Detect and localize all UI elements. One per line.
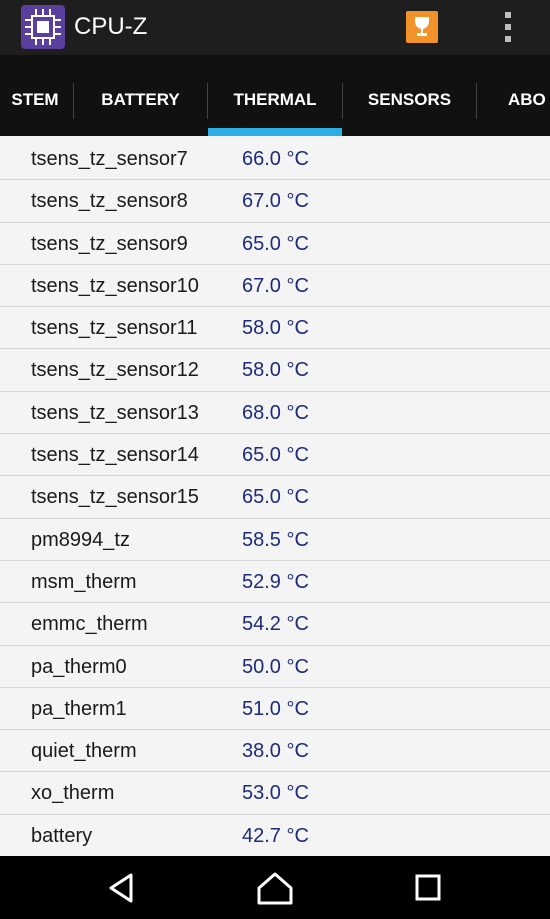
tab-battery[interactable]: BATTERY <box>74 55 207 136</box>
list-item: tsens_tz_sensor11 58.0 °C <box>0 307 550 350</box>
sensor-name: xo_therm <box>31 782 115 805</box>
list-item: emmc_therm 54.2 °C <box>0 603 550 646</box>
list-item: tsens_tz_sensor13 68.0 °C <box>0 391 550 435</box>
sensor-value: 67.0 °C <box>242 274 309 297</box>
sensor-name: pa_therm1 <box>31 697 127 720</box>
tab-divider <box>476 83 477 119</box>
sensor-value: 58.5 °C <box>242 528 309 551</box>
list-item: pm8994_tz 58.5 °C <box>0 518 550 561</box>
sensor-name: tsens_tz_sensor12 <box>31 359 199 382</box>
sensor-value: 58.0 °C <box>242 359 309 382</box>
sensor-name: battery <box>31 824 93 847</box>
list-item: tsens_tz_sensor9 65.0 °C <box>0 222 550 265</box>
tab-about[interactable]: ABO <box>508 55 546 136</box>
sensor-name: msm_therm <box>31 570 137 593</box>
back-icon[interactable] <box>100 866 144 910</box>
list-item: pa_therm0 50.0 °C <box>0 645 550 688</box>
tab-bar: STEM BATTERY THERMAL SENSORS ABO <box>0 55 550 136</box>
list-item: tsens_tz_sensor7 66.0 °C <box>0 138 550 181</box>
sensor-value: 67.0 °C <box>242 190 309 213</box>
sensor-value: 52.9 °C <box>242 570 309 593</box>
app-title: CPU-Z <box>74 13 148 40</box>
system-nav-bar <box>0 856 550 919</box>
list-item: tsens_tz_sensor8 67.0 °C <box>0 180 550 223</box>
sensor-name: tsens_tz_sensor8 <box>31 190 188 213</box>
list-item: tsens_tz_sensor14 65.0 °C <box>0 434 550 477</box>
sensor-name: tsens_tz_sensor13 <box>31 401 199 424</box>
trophy-icon[interactable] <box>406 11 438 43</box>
sensor-value: 58.0 °C <box>242 317 309 340</box>
list-item: xo_therm 53.0 °C <box>0 772 550 815</box>
sensor-value: 53.0 °C <box>242 782 309 805</box>
sensor-value: 54.2 °C <box>242 613 309 636</box>
sensor-name: tsens_tz_sensor15 <box>31 486 199 509</box>
list-item: battery 42.7 °C <box>0 814 550 858</box>
sensor-name: quiet_therm <box>31 740 137 763</box>
list-item: tsens_tz_sensor12 58.0 °C <box>0 349 550 392</box>
sensor-value: 50.0 °C <box>242 655 309 678</box>
home-icon[interactable] <box>253 866 297 910</box>
sensor-name: tsens_tz_sensor14 <box>31 444 199 467</box>
app-bar: CPU-Z <box>0 0 550 55</box>
sensor-name: emmc_therm <box>31 613 148 636</box>
sensor-value: 66.0 °C <box>242 148 309 170</box>
active-tab-indicator <box>208 128 342 136</box>
sensor-value: 65.0 °C <box>242 444 309 467</box>
list-item: tsens_tz_sensor15 65.0 °C <box>0 476 550 519</box>
sensor-name: pm8994_tz <box>31 528 130 551</box>
cpu-chip-icon <box>21 5 65 49</box>
list-item: quiet_therm 38.0 °C <box>0 730 550 773</box>
sensor-value: 65.0 °C <box>242 232 309 255</box>
sensor-name: tsens_tz_sensor11 <box>31 317 198 340</box>
list-item: tsens_tz_sensor10 67.0 °C <box>0 264 550 308</box>
recents-icon[interactable] <box>406 866 450 910</box>
sensor-name: tsens_tz_sensor10 <box>31 274 199 297</box>
sensor-value: 65.0 °C <box>242 486 309 509</box>
tab-sensors[interactable]: SENSORS <box>343 55 476 136</box>
sensor-value: 38.0 °C <box>242 740 309 763</box>
sensor-value: 51.0 °C <box>242 697 309 720</box>
sensor-value: 42.7 °C <box>242 824 309 847</box>
sensor-value: 68.0 °C <box>242 401 309 424</box>
tab-thermal[interactable]: THERMAL <box>208 55 342 136</box>
list-item: pa_therm1 51.0 °C <box>0 687 550 731</box>
overflow-menu-icon[interactable] <box>496 10 520 46</box>
sensor-name: tsens_tz_sensor7 <box>31 148 188 170</box>
sensor-name: pa_therm0 <box>31 655 127 678</box>
tab-system[interactable]: STEM <box>0 55 72 136</box>
thermal-list[interactable]: tsens_tz_sensor7 66.0 °C tsens_tz_sensor8… <box>0 138 550 858</box>
list-item: msm_therm 52.9 °C <box>0 560 550 604</box>
sensor-name: tsens_tz_sensor9 <box>31 232 188 255</box>
